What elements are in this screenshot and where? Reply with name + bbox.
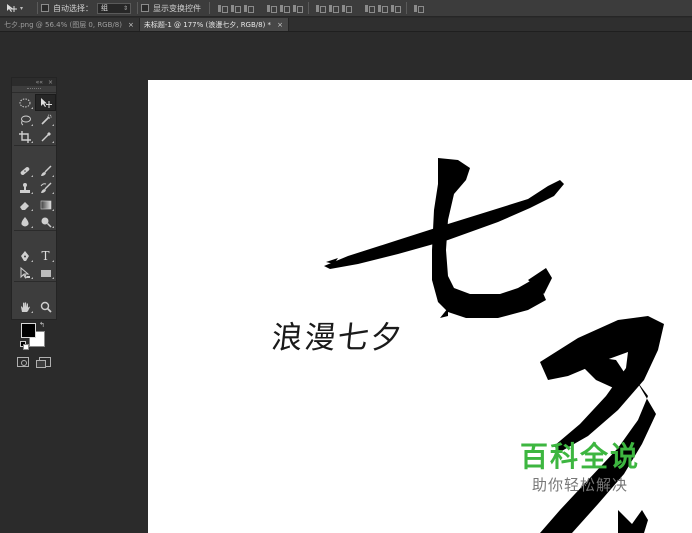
collapse-icon[interactable]: «« [36, 79, 43, 86]
tab-label: 七夕.png @ 56.4% (图层 0, RGB/8) [4, 20, 122, 29]
tool-grid: T [12, 93, 56, 315]
path-selection-icon[interactable] [14, 264, 35, 281]
marquee-tool-icon[interactable] [14, 94, 35, 111]
rectangle-tool-icon[interactable] [35, 264, 56, 281]
screen-mode-icon[interactable] [36, 357, 51, 368]
divider [308, 2, 309, 14]
auto-select-checkbox[interactable]: 自动选择： 组 ⇕ [41, 0, 131, 16]
distribute-right-icon[interactable] [390, 4, 401, 13]
divider [37, 2, 38, 14]
move-tool-icon [7, 4, 17, 12]
dropdown-arrow-icon: ⇕ [122, 4, 128, 12]
close-icon[interactable]: × [48, 79, 53, 86]
hand-tool-icon[interactable] [14, 298, 35, 315]
tab-untitled-1[interactable]: 未标题-1 @ 177% (浪漫七夕, RGB/8) * × [139, 18, 289, 31]
divider [406, 2, 407, 14]
align-vcenter-icon[interactable] [230, 4, 241, 13]
show-transform-label: 显示变换控件 [153, 3, 201, 13]
lasso-tool-icon[interactable] [14, 111, 35, 128]
close-icon[interactable]: × [277, 21, 283, 29]
subtitle-romantic-qixi: 浪漫七夕 [269, 320, 406, 356]
document-tab-bar: 七夕.png @ 56.4% (图层 0, RGB/8) × 未标题-1 @ 1… [0, 18, 692, 32]
swap-colors-icon[interactable]: ↰ [39, 321, 45, 329]
quick-selection-tool-icon[interactable] [35, 111, 56, 128]
distribute-hcenter-icon[interactable] [377, 4, 388, 13]
auto-select-value: 组 [101, 4, 108, 12]
mode-buttons [12, 353, 56, 368]
eyedropper-tool-icon[interactable] [35, 128, 56, 145]
divider [209, 2, 210, 14]
default-colors-icon[interactable] [20, 341, 29, 350]
type-tool-icon[interactable]: T [35, 247, 56, 264]
align-right-icon[interactable] [292, 4, 303, 13]
checkbox-box[interactable] [141, 4, 149, 12]
align-left-icon[interactable] [266, 4, 277, 13]
auto-select-dropdown[interactable]: 组 ⇕ [97, 2, 131, 14]
checkbox-box[interactable] [41, 4, 49, 12]
tools-panel: «« × T ↰ [11, 77, 57, 368]
align-top-icon[interactable] [217, 4, 228, 13]
dodge-tool-icon[interactable] [35, 213, 56, 230]
clone-stamp-icon[interactable] [14, 179, 35, 196]
distribute-vcenter-icon[interactable] [328, 4, 339, 13]
distribute-bottom-icon[interactable] [341, 4, 352, 13]
zoom-tool-icon[interactable] [35, 298, 56, 315]
align-hcenter-icon[interactable] [279, 4, 290, 13]
history-brush-icon[interactable] [35, 179, 56, 196]
align-buttons [217, 2, 424, 14]
tool-preset-picker[interactable]: ▾ [0, 0, 34, 16]
align-bottom-icon[interactable] [243, 4, 254, 13]
eraser-tool-icon[interactable] [14, 196, 35, 213]
blur-tool-icon[interactable] [14, 213, 35, 230]
tools-panel-header[interactable]: «« × [12, 78, 56, 86]
auto-select-label: 自动选择： [53, 3, 93, 13]
divider [137, 2, 138, 14]
move-tool-icon[interactable] [35, 94, 56, 111]
foreground-color-swatch[interactable] [21, 323, 36, 338]
pen-tool-icon[interactable] [14, 247, 35, 264]
show-transform-checkbox[interactable]: 显示变换控件 [141, 0, 201, 16]
type-tool-glyph: T [41, 248, 50, 263]
distribute-left-icon[interactable] [364, 4, 375, 13]
watermark-subtitle: 助你轻松解决 [531, 476, 628, 494]
tab-label: 未标题-1 @ 177% (浪漫七夕, RGB/8) * [143, 20, 272, 29]
close-icon[interactable]: × [128, 21, 134, 29]
brush-tool-icon[interactable] [35, 162, 56, 179]
color-swatches: ↰ [12, 317, 56, 353]
options-bar: ▾ 自动选择： 组 ⇕ 显示变换控件 [0, 0, 692, 17]
watermark-title: 百科全说 [519, 440, 640, 473]
panel-grip[interactable] [12, 86, 56, 93]
auto-align-layers-icon[interactable] [413, 4, 424, 13]
spot-healing-brush-icon[interactable] [14, 162, 35, 179]
gradient-tool-icon[interactable] [35, 196, 56, 213]
chevron-down-icon: ▾ [20, 4, 24, 12]
watermark: 百科全说 助你轻松解决 [510, 440, 650, 500]
quick-mask-icon[interactable] [17, 357, 29, 367]
tab-qixi-png[interactable]: 七夕.png @ 56.4% (图层 0, RGB/8) × [0, 18, 140, 31]
crop-tool-icon[interactable] [14, 128, 35, 145]
distribute-top-icon[interactable] [315, 4, 326, 13]
